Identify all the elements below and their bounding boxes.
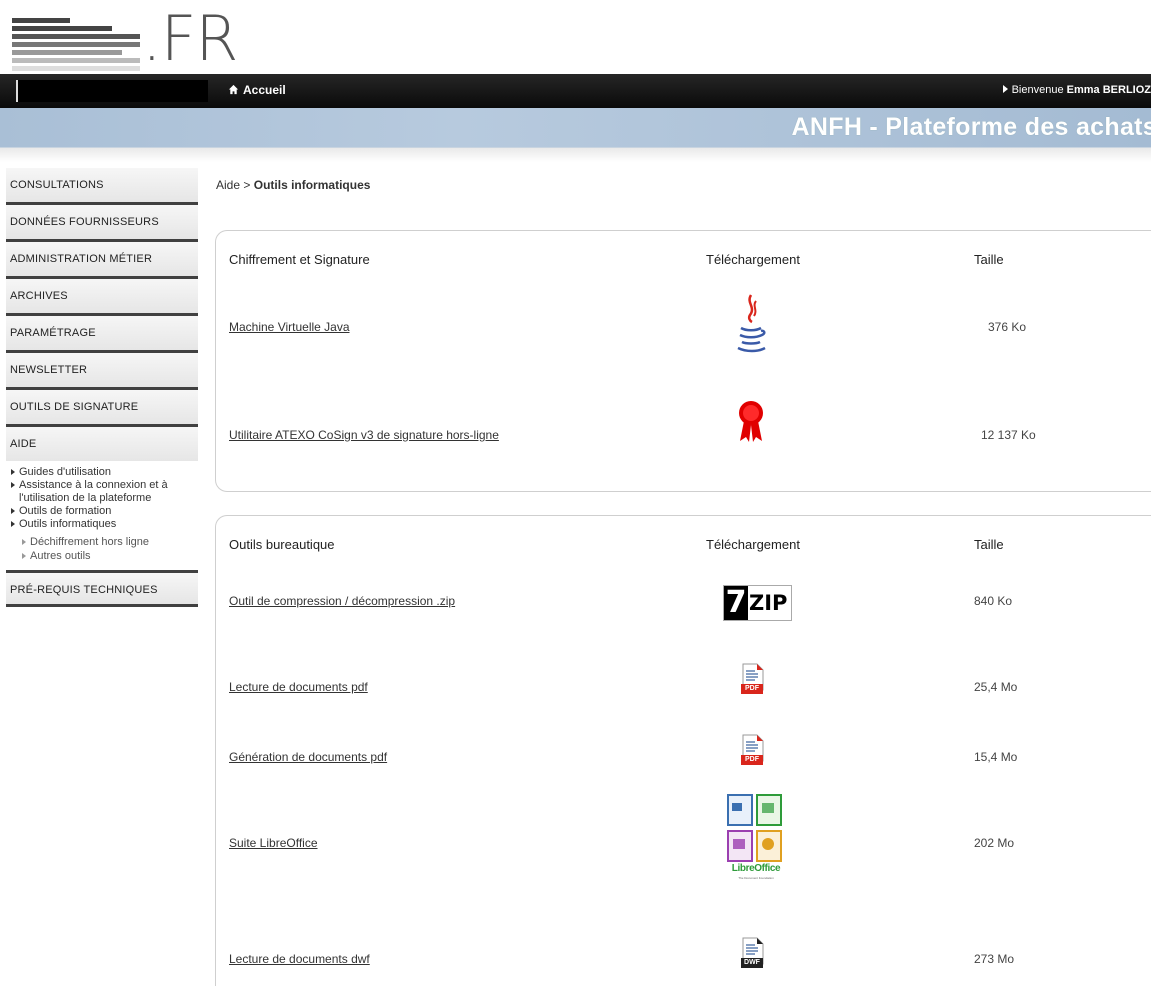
submenu-outils-formation[interactable]: Outils de formation [10,505,198,518]
banner-shadow [0,148,1151,162]
office-tools-panel: Outils bureautique Téléchargement Taille… [215,515,1151,986]
7zip-icon[interactable]: 7 ZIP [723,585,792,621]
sidebar-item-prerequis[interactable]: PRÉ-REQUIS TECHNIQUES [6,573,198,607]
download-link-7zip[interactable]: Outil de compression / décompression .zi… [229,594,455,608]
java-icon[interactable] [734,291,768,366]
home-icon [228,84,239,95]
sidebar-menu: CONSULTATIONS DONNÉES FOURNISSEURS ADMIN… [6,168,198,607]
download-link-atexo-cosign[interactable]: Utilitaire ATEXO CoSign v3 de signature … [229,428,499,442]
ribbon-seal-icon[interactable] [736,399,766,448]
submenu-outils-informatiques[interactable]: Outils informatiques [10,518,198,531]
signature-tools-panel: Chiffrement et Signature Téléchargement … [215,230,1151,492]
search-box[interactable] [16,80,208,102]
size-7zip: 840 Ko [974,594,1013,608]
sidebar-item-newsletter[interactable]: NEWSLETTER [6,353,198,390]
banner-title: ANFH - Plateforme des achats [791,113,1151,141]
column-download-header: Téléchargement [706,537,800,552]
section-title: Outils bureautique [229,537,335,552]
submenu-guides[interactable]: Guides d'utilisation [10,466,198,479]
column-download-header: Téléchargement [706,252,800,267]
size-pdf-reader: 25,4 Mo [974,680,1018,694]
top-navigation-bar: Accueil Bienvenue Emma BERLIOZ [0,74,1151,108]
caret-right-icon [1002,85,1008,93]
sidebar-item-consultations[interactable]: CONSULTATIONS [6,168,198,205]
breadcrumb-separator: > [243,178,251,192]
section-title: Chiffrement et Signature [229,252,370,267]
sidebar-item-parametrage[interactable]: PARAMÉTRAGE [6,316,198,353]
welcome-prefix: Bienvenue [1011,84,1064,96]
pdf-badge: PDF [741,684,763,694]
libreoffice-icon[interactable]: LibreOffice The Document Foundation [726,793,786,885]
download-link-pdf-generator[interactable]: Génération de documents pdf [229,750,387,764]
size-libreoffice: 202 Mo [974,836,1015,850]
7zip-seven: 7 [724,585,748,620]
home-label: Accueil [243,83,286,97]
download-link-libreoffice[interactable]: Suite LibreOffice [229,836,318,850]
submenu-dechiffrement[interactable]: Déchiffrement hors ligne [10,536,198,549]
dwf-badge: DWF [741,958,763,968]
sidebar-item-archives[interactable]: ARCHIVES [6,279,198,316]
breadcrumb-current: Outils informatiques [253,178,371,192]
libreoffice-wordmark: LibreOffice [731,863,781,874]
sidebar-item-donnees-fournisseurs[interactable]: DONNÉES FOURNISSEURS [6,205,198,242]
column-size-header: Taille [974,537,1004,552]
7zip-text: ZIP [749,591,788,615]
size-atexo-cosign: 12 137 Ko [981,428,1036,442]
download-link-pdf-reader[interactable]: Lecture de documents pdf [229,680,368,694]
anfh-logo-mark [12,18,140,74]
logo-suffix: .FR [142,2,238,75]
size-pdf-generator: 15,4 Mo [974,750,1018,764]
pdf-icon[interactable]: PDF [741,663,765,701]
breadcrumb-parent[interactable]: Aide [216,178,240,192]
breadcrumb: Aide > Outils informatiques [216,178,370,192]
home-link[interactable]: Accueil [228,83,286,97]
submenu-autres-outils[interactable]: Autres outils [10,550,198,563]
welcome-username: Emma BERLIOZ [1066,84,1151,96]
sidebar-item-outils-de-signature[interactable]: OUTILS DE SIGNATURE [6,390,198,427]
download-link-java[interactable]: Machine Virtuelle Java [229,320,350,334]
pdf-badge: PDF [741,755,763,765]
submenu-assistance[interactable]: Assistance à la connexion et à l'utilisa… [10,479,198,505]
sidebar-item-administration-metier[interactable]: ADMINISTRATION MÉTIER [6,242,198,279]
site-logo[interactable]: .FR [0,0,1151,74]
welcome-user[interactable]: Bienvenue Emma BERLIOZ [1002,84,1151,96]
size-java: 376 Ko [988,320,1027,334]
libreoffice-foundation: The Document Foundation [738,876,774,880]
aide-submenu: Guides d'utilisation Assistance à la con… [6,461,198,573]
page-banner: ANFH - Plateforme des achats [0,108,1151,148]
download-link-dwf-reader[interactable]: Lecture de documents dwf [229,952,370,966]
column-size-header: Taille [974,252,1004,267]
size-dwf-reader: 273 Mo [974,952,1015,966]
pdf-icon[interactable]: PDF [741,734,765,772]
dwf-icon[interactable]: DWF [741,937,765,975]
sidebar-item-aide[interactable]: AIDE [6,427,198,461]
